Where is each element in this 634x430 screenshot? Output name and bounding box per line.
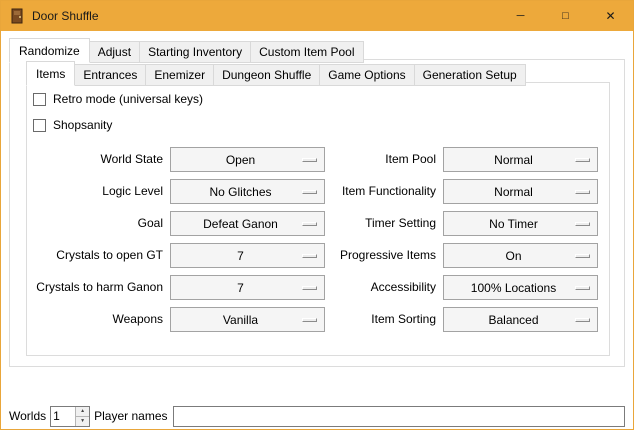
weapons-label: Weapons — [33, 307, 163, 332]
dropdown-indicator-icon — [575, 318, 590, 322]
tab-custom-item-pool[interactable]: Custom Item Pool — [250, 41, 363, 63]
maximize-button[interactable]: □ — [543, 1, 588, 31]
goal-dropdown[interactable]: Defeat Ganon — [170, 211, 325, 236]
item-functionality-dropdown[interactable]: Normal — [443, 179, 598, 204]
item-sorting-dropdown[interactable]: Balanced — [443, 307, 598, 332]
worlds-input[interactable] — [51, 407, 75, 426]
dropdown-indicator-icon — [302, 318, 317, 322]
tab-randomize[interactable]: Randomize — [9, 38, 90, 63]
crystals-ganon-label: Crystals to harm Ganon — [33, 275, 163, 300]
item-sorting-value: Balanced — [488, 313, 552, 327]
progressive-items-dropdown[interactable]: On — [443, 243, 598, 268]
window-title: Door Shuffle — [32, 9, 99, 23]
close-button[interactable]: ✕ — [588, 1, 633, 31]
retro-mode-checkbox-box[interactable] — [33, 93, 46, 106]
tab-game-options[interactable]: Game Options — [319, 64, 414, 86]
randomize-pane: Items Entrances Enemizer Dungeon Shuffle… — [9, 59, 625, 367]
checkbox-retro-mode[interactable]: Retro mode (universal keys) — [33, 89, 609, 109]
dropdown-indicator-icon — [575, 222, 590, 226]
dropdown-indicator-icon — [302, 254, 317, 258]
dropdown-indicator-icon — [575, 158, 590, 162]
items-pane: Retro mode (universal keys) Shopsanity W… — [26, 82, 610, 356]
spin-down-icon[interactable]: ▼ — [76, 417, 89, 426]
retro-mode-label: Retro mode (universal keys) — [53, 92, 203, 106]
item-pool-dropdown[interactable]: Normal — [443, 147, 598, 172]
spin-up-icon[interactable]: ▲ — [76, 407, 89, 417]
crystals-ganon-value: 7 — [237, 281, 258, 295]
tab-starting-inventory[interactable]: Starting Inventory — [139, 41, 251, 63]
worlds-spin-arrows: ▲ ▼ — [75, 407, 89, 426]
item-functionality-label: Item Functionality — [332, 179, 436, 204]
weapons-value: Vanilla — [223, 313, 272, 327]
tab-adjust[interactable]: Adjust — [89, 41, 140, 63]
tab-entrances[interactable]: Entrances — [74, 64, 146, 86]
goal-label: Goal — [33, 211, 163, 236]
worlds-label: Worlds — [9, 409, 46, 423]
progressive-items-value: On — [505, 249, 535, 263]
tab-enemizer[interactable]: Enemizer — [145, 64, 214, 86]
crystals-ganon-dropdown[interactable]: 7 — [170, 275, 325, 300]
item-pool-label: Item Pool — [332, 147, 436, 172]
dropdown-indicator-icon — [302, 286, 317, 290]
player-names-label: Player names — [94, 409, 167, 423]
tab-items[interactable]: Items — [26, 61, 75, 86]
dropdown-indicator-icon — [302, 158, 317, 162]
weapons-dropdown[interactable]: Vanilla — [170, 307, 325, 332]
worlds-spinner[interactable]: ▲ ▼ — [50, 406, 90, 427]
secondary-tabbar: Items Entrances Enemizer Dungeon Shuffle… — [26, 61, 526, 86]
goal-value: Defeat Ganon — [203, 217, 292, 231]
app-window: Door Shuffle ─ □ ✕ Randomize Adjust Star… — [0, 0, 634, 430]
app-icon — [9, 8, 25, 24]
world-state-dropdown[interactable]: Open — [170, 147, 325, 172]
dropdown-indicator-icon — [302, 190, 317, 194]
logic-level-value: No Glitches — [209, 185, 285, 199]
item-pool-value: Normal — [494, 153, 547, 167]
shopsanity-label: Shopsanity — [53, 118, 112, 132]
world-state-value: Open — [226, 153, 269, 167]
options-grid: World State Open Item Pool Normal Logic … — [27, 147, 609, 332]
world-state-label: World State — [33, 147, 163, 172]
logic-level-label: Logic Level — [33, 179, 163, 204]
primary-tabbar: Randomize Adjust Starting Inventory Cust… — [9, 38, 364, 63]
timer-setting-value: No Timer — [489, 217, 552, 231]
crystals-gt-value: 7 — [237, 249, 258, 263]
tab-generation-setup[interactable]: Generation Setup — [414, 64, 526, 86]
dropdown-indicator-icon — [302, 222, 317, 226]
window-content: Randomize Adjust Starting Inventory Cust… — [1, 31, 633, 429]
progressive-items-label: Progressive Items — [332, 243, 436, 268]
dropdown-indicator-icon — [575, 190, 590, 194]
player-names-input[interactable] — [173, 406, 626, 427]
minimize-button[interactable]: ─ — [498, 1, 543, 31]
titlebar[interactable]: Door Shuffle ─ □ ✕ — [1, 1, 633, 31]
checkbox-shopsanity[interactable]: Shopsanity — [33, 115, 609, 135]
tab-dungeon-shuffle[interactable]: Dungeon Shuffle — [213, 64, 320, 86]
crystals-gt-dropdown[interactable]: 7 — [170, 243, 325, 268]
dropdown-indicator-icon — [575, 286, 590, 290]
worlds-row: Worlds ▲ ▼ Player names — [9, 405, 625, 427]
crystals-gt-label: Crystals to open GT — [33, 243, 163, 268]
logic-level-dropdown[interactable]: No Glitches — [170, 179, 325, 204]
timer-setting-label: Timer Setting — [332, 211, 436, 236]
dropdown-indicator-icon — [575, 254, 590, 258]
item-sorting-label: Item Sorting — [332, 307, 436, 332]
accessibility-value: 100% Locations — [471, 281, 570, 295]
timer-setting-dropdown[interactable]: No Timer — [443, 211, 598, 236]
shopsanity-checkbox-box[interactable] — [33, 119, 46, 132]
window-controls: ─ □ ✕ — [498, 1, 633, 31]
accessibility-dropdown[interactable]: 100% Locations — [443, 275, 598, 300]
accessibility-label: Accessibility — [332, 275, 436, 300]
item-functionality-value: Normal — [494, 185, 547, 199]
